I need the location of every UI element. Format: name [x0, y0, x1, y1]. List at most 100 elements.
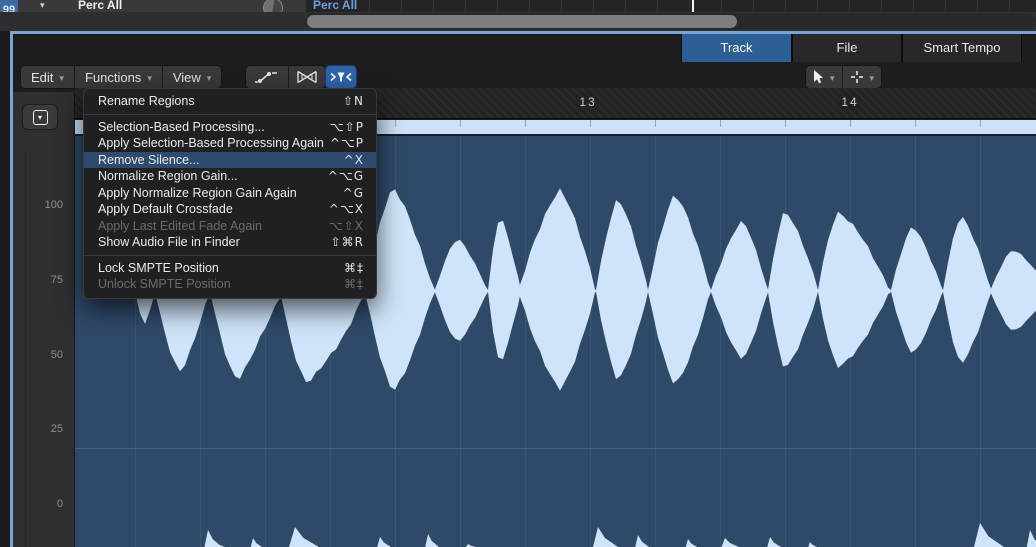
waveform-blob: [520, 188, 596, 391]
waveform-blob: [991, 251, 1036, 330]
pointer-tool-button[interactable]: ▾: [806, 66, 843, 88]
flex-funnel-icon: [329, 70, 353, 84]
menu-separator: [84, 255, 376, 256]
chevron-down-icon: ▾: [207, 73, 212, 84]
disclosure-triangle-icon[interactable]: ▾: [40, 0, 45, 11]
menu-item-label: Normalize Region Gain...: [98, 169, 238, 183]
track-number-cell[interactable]: 99: [0, 0, 18, 12]
menu-item-apply-selection-based-processing-again[interactable]: Apply Selection-Based Processing Again ^⌥…: [84, 135, 376, 152]
menu-item-remove-silence[interactable]: Remove Silence...^X: [84, 152, 376, 169]
waveform-blob: [648, 196, 711, 384]
beat-tick: [655, 120, 656, 127]
waveform-bottom-spike: [767, 537, 781, 547]
vertical-scale: 1007550250-25: [25, 152, 75, 547]
pan-knob[interactable]: [263, 0, 283, 12]
menu-item-rename-regions[interactable]: Rename Regions⇧N: [84, 93, 376, 110]
track-name: Perc All: [78, 0, 122, 12]
header-filler: [0, 12, 305, 31]
menu-item-label: Apply Default Crossfade: [98, 202, 233, 216]
menu-button-label: View: [173, 70, 201, 85]
bar-number: 13: [579, 95, 596, 109]
scale-value: 75: [51, 274, 63, 286]
menu-item-shortcut: ⌘‡: [344, 277, 364, 291]
menu-item-unlock-smpte-position: Unlock SMPTE Position ⌘‡: [84, 276, 376, 293]
waveform-bottom-spike: [593, 527, 618, 547]
menu-item-shortcut: ⌘‡: [344, 261, 364, 275]
automation-curve-icon: [254, 70, 280, 84]
menu-item-shortcut: ^⌥X: [329, 202, 364, 216]
scale-value: 0: [57, 498, 63, 510]
menu-item-shortcut: ⇧N: [343, 94, 364, 108]
waveform-blob: [596, 200, 648, 379]
chevron-down-icon: ▾: [59, 73, 64, 84]
menu-button-label: Edit: [31, 70, 53, 85]
menu-item-selection-based-processing[interactable]: Selection-Based Processing... ⌥⇧P: [84, 119, 376, 136]
menu-item-label: Lock SMPTE Position: [98, 261, 219, 275]
scrollbar-handle[interactable]: [307, 15, 737, 28]
view-menu-button[interactable]: View ▾: [163, 66, 221, 88]
beat-tick: [720, 120, 721, 127]
beat-tick: [395, 120, 396, 127]
edit-menu-button[interactable]: Edit ▾: [21, 66, 75, 88]
automation-curve-button[interactable]: [246, 66, 289, 88]
menu-item-lock-smpte-position[interactable]: Lock SMPTE Position ⌘‡: [84, 260, 376, 277]
beat-tick: [980, 120, 981, 127]
editor-sidebar: ▾ 1007550250-25: [13, 92, 75, 547]
waveform-bottom-spike: [377, 537, 391, 547]
beat-tick: [850, 120, 851, 127]
tab-file[interactable]: File: [792, 34, 902, 62]
waveform-blob: [711, 221, 768, 359]
functions-menu-button[interactable]: Functions▾: [75, 66, 163, 88]
menu-separator: [84, 114, 376, 115]
waveform-bottom-spike: [722, 538, 740, 547]
menu-item-label: Unlock SMPTE Position: [98, 277, 231, 291]
menu-item-shortcut: ^G: [343, 186, 364, 200]
waveform-blob: [488, 221, 520, 359]
waveform-bottom-spike: [289, 527, 319, 547]
menu-item-label: Apply Selection-Based Processing Again: [98, 136, 324, 150]
functions-menu: Rename Regions⇧N Selection-Based Processi…: [83, 88, 377, 299]
waveform-bottom-spike: [425, 534, 439, 547]
waveform-blob: [768, 213, 818, 366]
menu-item-shortcut: ^X: [344, 153, 364, 167]
tab-smart-tempo[interactable]: Smart Tempo: [902, 34, 1022, 62]
beat-tick: [785, 120, 786, 127]
menu-item-shortcut: ^⌥G: [328, 169, 364, 183]
beat-tick: [590, 120, 591, 127]
waveform-blob: [435, 240, 488, 341]
horizontal-scrollbar[interactable]: [305, 13, 1036, 30]
scale-value: 50: [51, 349, 63, 361]
waveform-bottom-spike: [635, 535, 649, 547]
flex-button[interactable]: [325, 65, 357, 89]
menu-item-apply-default-crossfade[interactable]: Apply Default Crossfade ^⌥X: [84, 201, 376, 218]
scale-value: 100: [45, 199, 63, 211]
waveform-bottom-spike: [205, 530, 223, 547]
beat-tick: [915, 120, 916, 127]
menu-item-show-audio-file-in-finder[interactable]: Show Audio File in Finder⇧⌘R: [84, 234, 376, 251]
beat-tick: [525, 120, 526, 127]
waveform-bottom-spike: [686, 539, 697, 547]
waveform-bottom-spike: [974, 523, 1004, 547]
arrange-area-strip: 99 ▾ Perc All Perc All: [0, 0, 1036, 31]
menu-item-apply-normalize-region-gain-again[interactable]: Apply Normalize Region Gain Again^G: [84, 185, 376, 202]
track-header[interactable]: ▾ Perc All: [18, 0, 305, 12]
chevron-down-icon: ▾: [147, 73, 152, 84]
waveform-blob: [891, 227, 943, 352]
beat-tick: [460, 120, 461, 127]
tab-track[interactable]: Track: [681, 34, 792, 62]
playhead[interactable]: [692, 0, 694, 12]
region-lane[interactable]: Perc All: [305, 0, 1036, 12]
pointer-tool-icon: [813, 70, 824, 84]
region-label: Perc All: [313, 0, 357, 12]
logic-pro-window: 99 ▾ Perc All Perc All TrackFileSmart Te…: [0, 0, 1036, 547]
crosshair-tool-button[interactable]: ▾: [843, 66, 882, 88]
menu-item-label: Selection-Based Processing...: [98, 120, 265, 134]
menu-item-shortcut: ⌥⇧X: [329, 219, 364, 233]
menu-item-label: Show Audio File in Finder: [98, 235, 240, 249]
menu-item-shortcut: ⌥⇧P: [330, 120, 364, 134]
menu-item-shortcut: ^⌥P: [330, 136, 364, 150]
crossfade-button[interactable]: [289, 66, 325, 88]
menu-item-label: Apply Last Edited Fade Again: [98, 219, 262, 233]
menu-item-normalize-region-gain[interactable]: Normalize Region Gain... ^⌥G: [84, 168, 376, 185]
region-inspector-toggle[interactable]: ▾: [22, 104, 58, 130]
